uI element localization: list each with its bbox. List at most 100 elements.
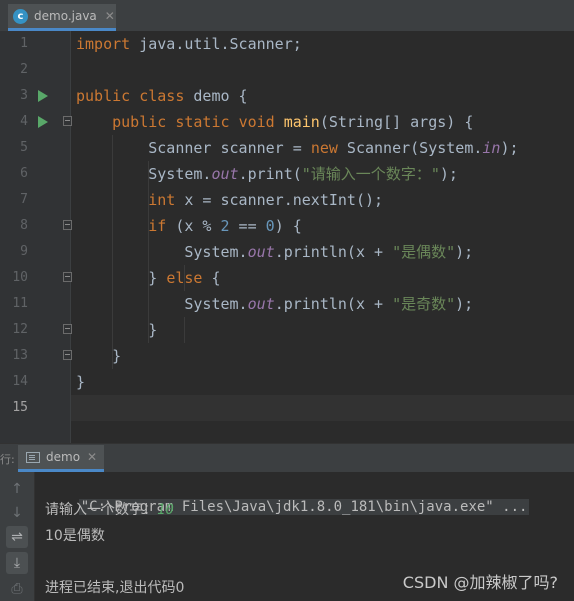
- keyword: public: [112, 113, 167, 131]
- keyword: public: [76, 87, 131, 105]
- line-number: 2: [20, 62, 28, 77]
- code-text: }: [112, 347, 122, 365]
- console-result-line: 10是偶数: [45, 525, 105, 547]
- keyword: class: [139, 87, 185, 105]
- code-line-7: 7 int x = scanner.nextInt();: [0, 187, 574, 213]
- code-text: System.: [184, 243, 248, 261]
- console-exit-message: 进程已结束,退出代码0: [45, 580, 185, 596]
- code-line-3: 3 public class demo {: [0, 83, 574, 109]
- fold-icon[interactable]: [63, 324, 72, 334]
- keyword: else: [166, 269, 203, 287]
- run-main-icon[interactable]: [38, 116, 48, 128]
- line-number: 8: [20, 218, 28, 233]
- code-line-5: 5 Scanner scanner = new Scanner(System.i…: [0, 135, 574, 161]
- code-line-12: 12 }: [0, 317, 574, 343]
- code-text: (x %: [166, 217, 221, 235]
- code-text: .println(x +: [274, 295, 393, 313]
- line-number: 15: [12, 400, 28, 415]
- editor-tab-bar: c demo.java ✕: [0, 0, 574, 32]
- code-text: }: [76, 373, 86, 391]
- code-line-15: 15: [0, 395, 574, 421]
- keyword: new: [310, 139, 338, 157]
- method-name: main: [283, 113, 320, 131]
- keyword: import: [76, 35, 131, 53]
- code-line-9: 9 System.out.println(x + "是偶数");: [0, 239, 574, 265]
- java-class-icon: c: [13, 8, 28, 24]
- run-toolbar: ↑ ↓ ⇌ ⤓ ⎙: [0, 472, 35, 601]
- keyword: if: [148, 217, 167, 235]
- code-text: );: [455, 295, 474, 313]
- code-line-6: 6 System.out.print("请输入一个数字：");: [0, 161, 574, 187]
- watermark: CSDN @加辣椒了吗?: [402, 573, 558, 592]
- static-field: out: [211, 165, 239, 183]
- code-line-13: 13 }: [0, 343, 574, 369]
- line-number: 1: [20, 36, 28, 51]
- keyword: static: [175, 113, 230, 131]
- static-field: in: [482, 139, 501, 157]
- line-number: 3: [20, 88, 28, 103]
- run-class-icon[interactable]: [38, 90, 48, 102]
- code-text: System.: [148, 165, 212, 183]
- code-text: {: [202, 269, 221, 287]
- scroll-up-icon[interactable]: ↑: [6, 478, 28, 500]
- editor-tab-label: demo.java: [34, 9, 97, 23]
- run-tab-demo[interactable]: demo ✕: [18, 445, 104, 472]
- string-literal: "请输入一个数字：": [301, 165, 440, 183]
- code-line-2: 2: [0, 57, 574, 83]
- string-literal: "是偶数": [392, 243, 456, 261]
- code-text: ) {: [274, 217, 302, 235]
- console-icon: [26, 451, 40, 463]
- line-number: 6: [20, 166, 28, 181]
- console-exit-line: 进程已结束,退出代码0: [45, 577, 184, 599]
- code-text: Scanner(System.: [337, 139, 483, 157]
- scroll-to-end-icon[interactable]: ⤓: [6, 552, 28, 574]
- static-field: out: [247, 243, 275, 261]
- line-number: 10: [12, 270, 28, 285]
- current-line-highlight: [71, 395, 574, 421]
- code-text: .print(: [238, 165, 302, 183]
- soft-wrap-icon[interactable]: ⇌: [6, 526, 28, 548]
- code-text: (String[] args) {: [319, 113, 474, 131]
- code-line-8: 8 if (x % 2 == 0) {: [0, 213, 574, 239]
- line-number: 5: [20, 140, 28, 155]
- code-text: );: [455, 243, 474, 261]
- close-icon[interactable]: ✕: [87, 450, 97, 464]
- code-text: }: [148, 321, 158, 339]
- code-text: System.: [184, 295, 248, 313]
- code-text: }: [148, 269, 167, 287]
- print-icon[interactable]: ⎙: [6, 578, 28, 600]
- code-text: );: [500, 139, 519, 157]
- number-literal: 2: [220, 217, 230, 235]
- close-icon[interactable]: ✕: [105, 9, 115, 23]
- fold-icon[interactable]: [63, 272, 72, 282]
- code-line-1: 1 import java.util.Scanner;: [0, 31, 574, 57]
- console-prompt: 请输入一个数字：: [45, 502, 157, 518]
- code-line-11: 11 System.out.println(x + "是奇数");: [0, 291, 574, 317]
- line-number: 4: [20, 114, 28, 129]
- code-text: Scanner scanner =: [148, 139, 311, 157]
- code-text: .println(x +: [274, 243, 393, 261]
- code-text: x = scanner.nextInt();: [175, 191, 384, 209]
- line-number: 7: [20, 192, 28, 207]
- code-line-4: 4 public static void main(String[] args)…: [0, 109, 574, 135]
- code-editor[interactable]: 1 import java.util.Scanner; 2 3 public c…: [0, 31, 574, 443]
- keyword: void: [238, 113, 275, 131]
- console-result: 10是偶数: [45, 528, 105, 544]
- line-number: 13: [12, 348, 28, 363]
- editor-tab-demo-java[interactable]: c demo.java ✕: [8, 4, 116, 31]
- static-field: out: [247, 295, 275, 313]
- fold-icon[interactable]: [63, 350, 72, 360]
- keyword: int: [148, 191, 176, 209]
- number-literal: 0: [265, 217, 275, 235]
- string-literal: "是奇数": [392, 295, 456, 313]
- code-text: java.util.Scanner;: [130, 35, 302, 53]
- code-text: );: [439, 165, 458, 183]
- code-line-10: 10 } else {: [0, 265, 574, 291]
- scroll-down-icon[interactable]: ↓: [6, 502, 28, 524]
- code-text: demo {: [184, 87, 248, 105]
- run-tool-window-header: 行: demo ✕: [0, 443, 574, 472]
- console-user-input: 10: [157, 502, 174, 518]
- code-line-14: 14 }: [0, 369, 574, 395]
- fold-icon[interactable]: [63, 220, 72, 230]
- fold-icon[interactable]: [63, 116, 72, 126]
